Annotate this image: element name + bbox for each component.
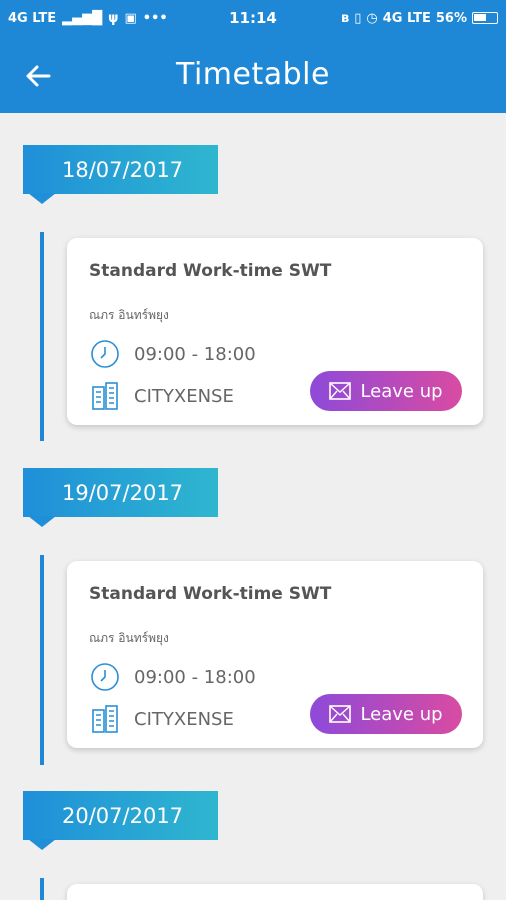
shift-card[interactable]: Standard Work-time SWT ณภร อินทร์พยุง 09…: [67, 238, 483, 425]
building-icon: [89, 380, 121, 412]
leave-up-button[interactable]: Leave up: [310, 694, 462, 734]
shift-place: CITYXENSE: [134, 708, 234, 730]
status-bar: 4G LTE ▂▄▆█ ψ ▣ ••• 11:14 ʙ ▯ ◷ 4G LTE 5…: [0, 0, 506, 36]
timeline: 18/07/2017 Standard Work-time SWT ณภร อิ…: [0, 113, 506, 900]
timeline-line: [40, 878, 44, 900]
vibrate-icon: ▯: [354, 10, 362, 26]
usb-icon: ψ: [108, 10, 119, 26]
shift-card[interactable]: Standard Work-time SWT ณภร อินทร์พยุง 09…: [67, 561, 483, 748]
date-label: 20/07/2017: [62, 803, 184, 828]
date-label: 18/07/2017: [62, 157, 184, 182]
shift-time: 09:00 - 18:00: [134, 343, 256, 365]
leave-up-label: Leave up: [360, 703, 443, 725]
shift-time: 09:00 - 18:00: [134, 666, 256, 688]
date-tag-notch: [28, 193, 56, 204]
status-right: ʙ ▯ ◷ 4G LTE 56%: [341, 11, 498, 26]
shift-card[interactable]: [67, 884, 483, 900]
mail-icon: [329, 705, 352, 723]
employee-name: ณภร อินทร์พยุง: [89, 631, 169, 645]
date-tag-notch: [28, 839, 56, 850]
battery-icon: [472, 12, 498, 24]
clock-icon: [89, 338, 121, 370]
date-tag: 20/07/2017: [23, 791, 218, 850]
building-icon: [89, 703, 121, 735]
shift-title: Standard Work-time SWT: [89, 261, 332, 281]
more-icon: •••: [142, 10, 168, 26]
timeline-line: [40, 555, 44, 765]
bluetooth-icon: ʙ: [341, 10, 350, 26]
network-label-right: 4G LTE: [382, 10, 431, 26]
clock-icon: [89, 661, 121, 693]
date-tag: 19/07/2017: [23, 468, 218, 527]
alarm-icon: ◷: [366, 10, 378, 26]
leave-up-button[interactable]: Leave up: [310, 371, 462, 411]
status-left: 4G LTE ▂▄▆█ ψ ▣ •••: [8, 11, 341, 26]
shift-time-row: 09:00 - 18:00: [89, 661, 256, 693]
network-label: 4G LTE: [8, 10, 57, 26]
shift-place: CITYXENSE: [134, 385, 234, 407]
employee-name: ณภร อินทร์พยุง: [89, 308, 169, 322]
date-label: 19/07/2017: [62, 480, 184, 505]
timeline-line: [40, 232, 44, 441]
mail-icon: [329, 382, 352, 400]
shift-time-row: 09:00 - 18:00: [89, 338, 256, 370]
battery-percent: 56%: [435, 10, 467, 26]
page-title: Timetable: [176, 57, 330, 92]
signal-bars-icon: ▂▄▆█: [62, 10, 103, 26]
shift-title: Standard Work-time SWT: [89, 584, 332, 604]
date-tag-notch: [28, 516, 56, 527]
app-bar: Timetable: [0, 36, 506, 113]
notification-icon: ▣: [124, 10, 137, 26]
leave-up-label: Leave up: [360, 380, 443, 402]
date-tag: 18/07/2017: [23, 145, 218, 204]
shift-place-row: CITYXENSE: [89, 380, 234, 412]
shift-place-row: CITYXENSE: [89, 703, 234, 735]
